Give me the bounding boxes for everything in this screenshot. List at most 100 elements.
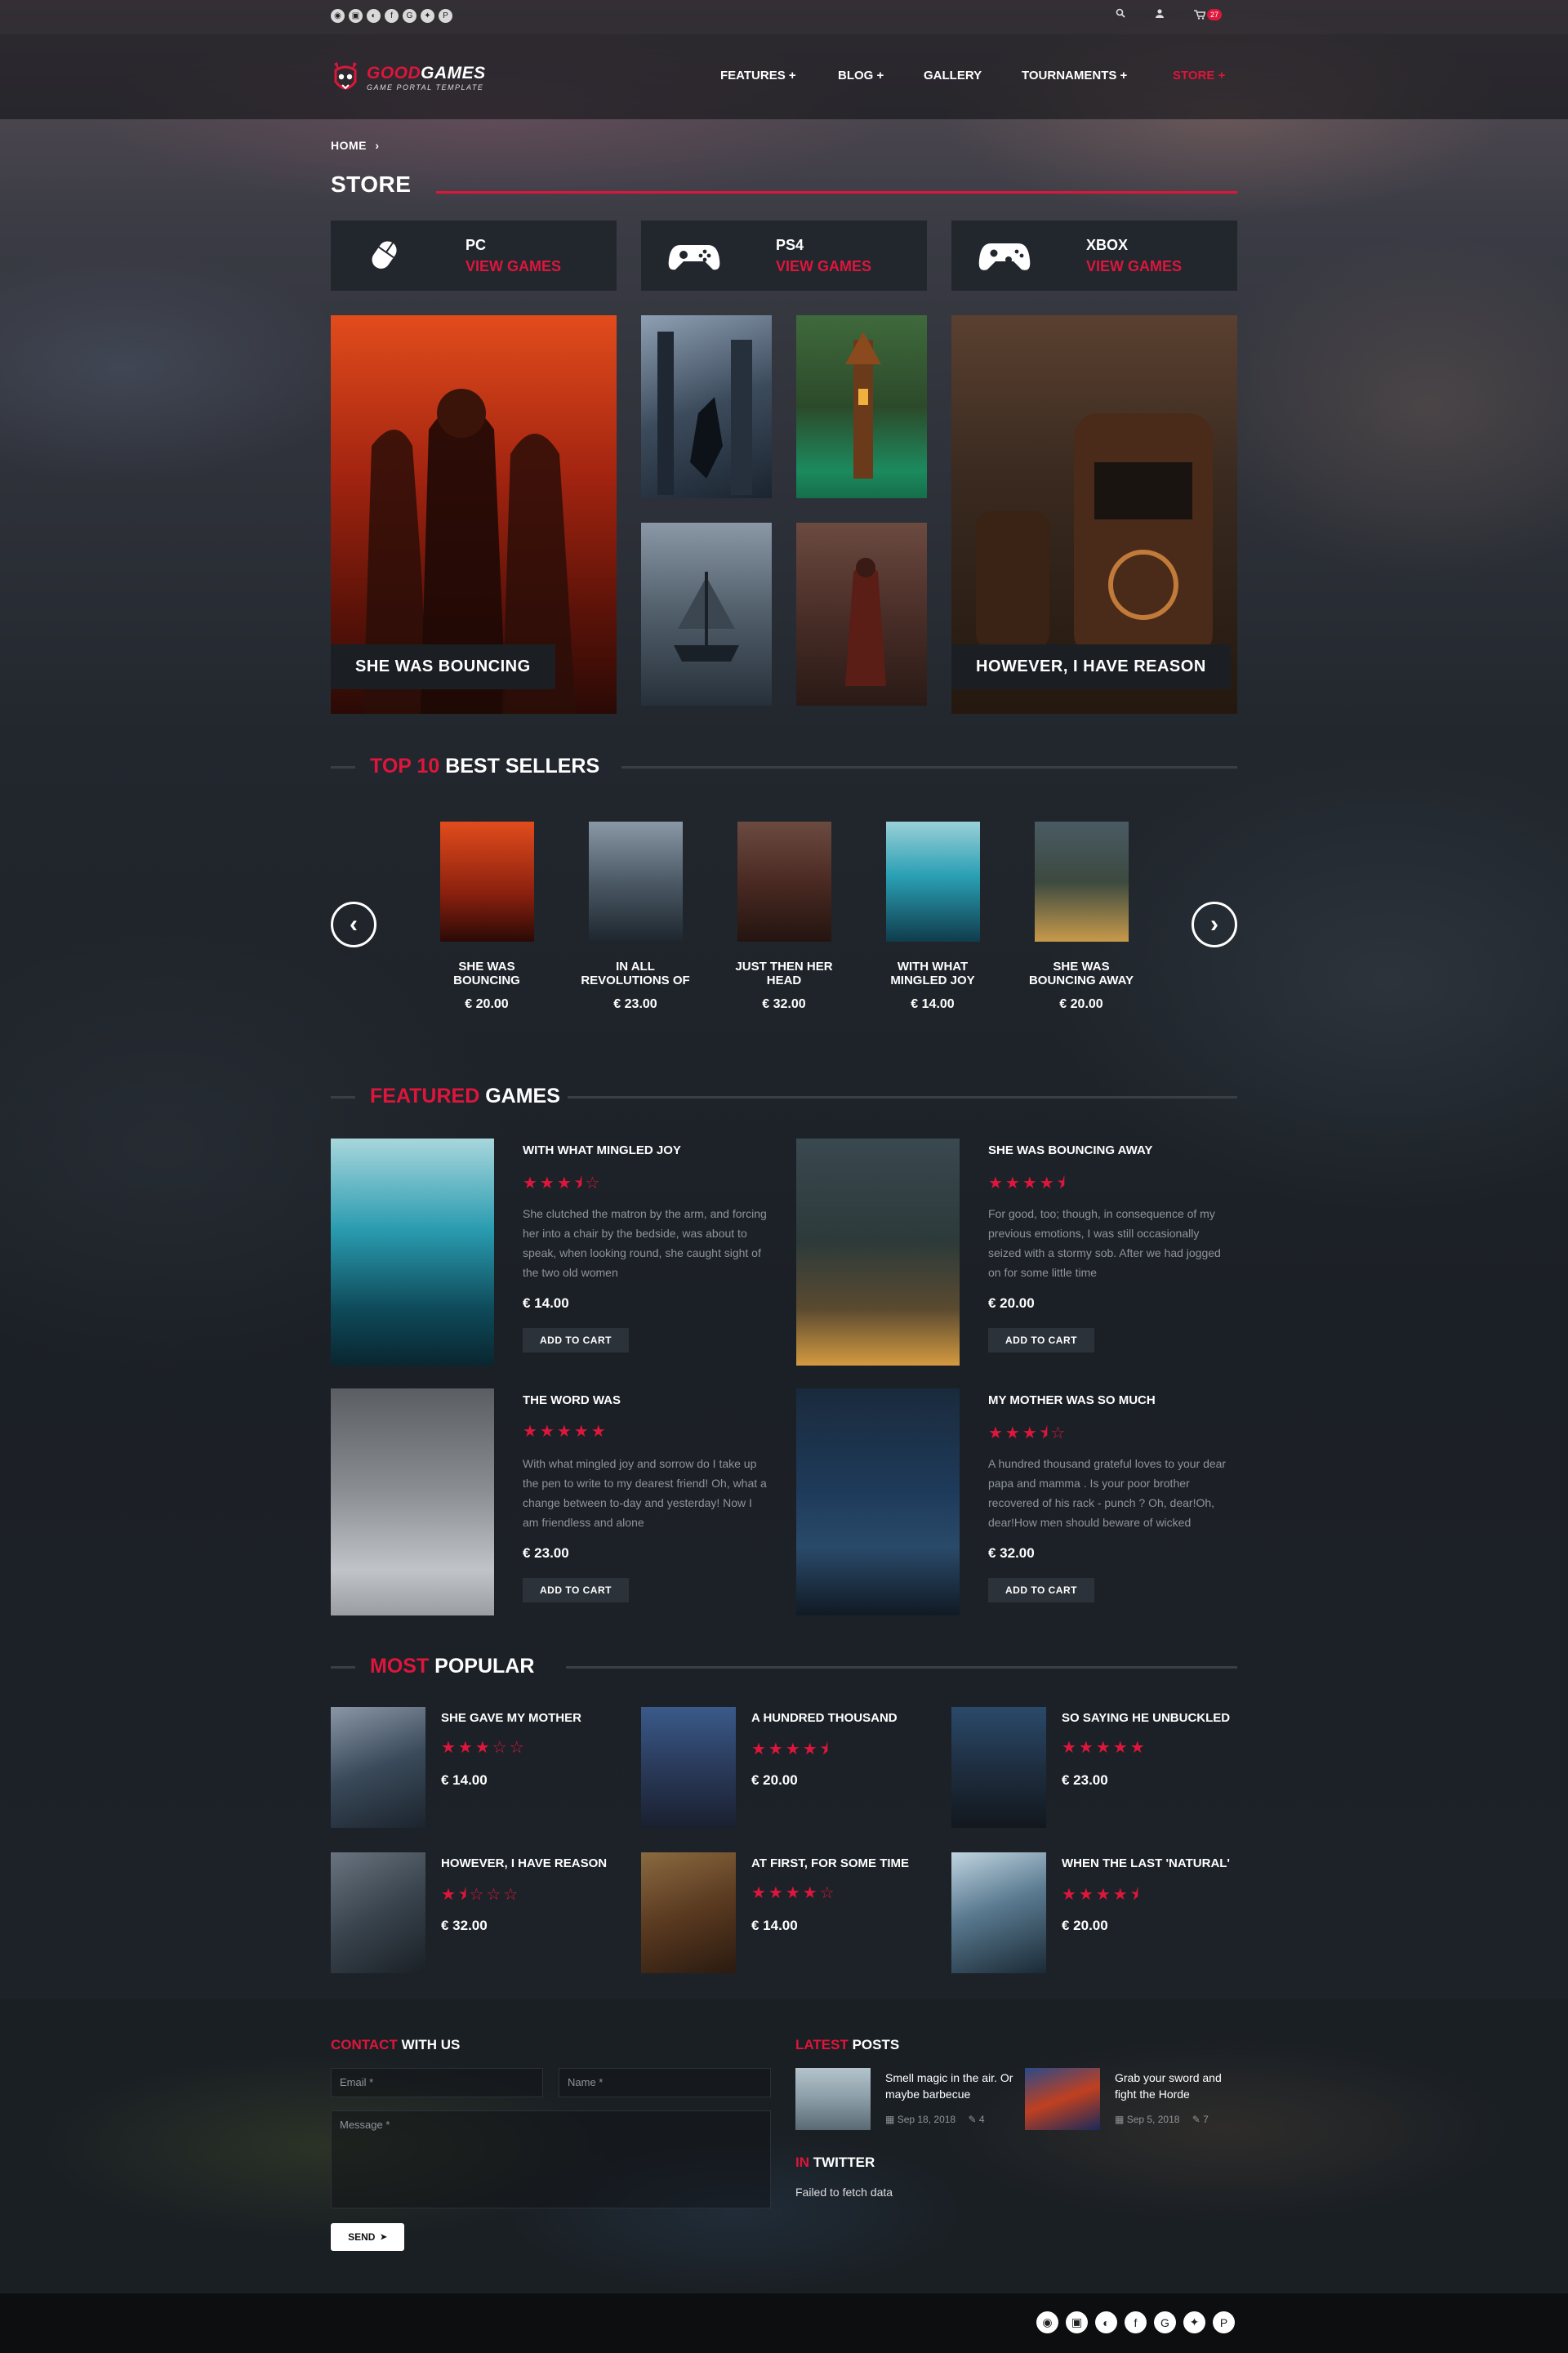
send-label: SEND — [348, 2231, 376, 2243]
game-cover — [885, 822, 980, 942]
best-seller-item[interactable]: JUST THEN HER HEAD € 32.00 — [723, 822, 845, 1012]
facebook-icon[interactable]: f — [385, 9, 399, 23]
cart-icon — [1194, 9, 1205, 20]
game-price: € 32.00 — [762, 997, 806, 1011]
mouse-icon — [355, 235, 412, 276]
game-title[interactable]: WITH WHAT MINGLED JOY — [523, 1143, 681, 1157]
facebook-icon[interactable]: f — [1125, 2311, 1147, 2333]
game-title: SHE WAS BOUNCING — [453, 960, 520, 987]
menu-gallery[interactable]: GALLERY — [924, 69, 982, 82]
google-plus-icon[interactable]: G — [1154, 2311, 1176, 2333]
carousel-next-button[interactable]: › — [1192, 902, 1237, 947]
calendar-icon: ▦ — [885, 2114, 895, 2125]
menu-tournaments[interactable]: TOURNAMENTS + — [1022, 69, 1127, 82]
game-title[interactable]: MY MOTHER WAS SO MUCH — [988, 1393, 1156, 1407]
hero-thumb-2[interactable] — [796, 315, 927, 498]
popular-game-item[interactable]: SO SAYING HE UNBUCKLED ★★★★★ € 23.00 — [951, 1707, 1237, 1829]
best-seller-item[interactable]: WITH WHAT MINGLED JOY € 14.00 — [871, 822, 994, 1012]
hero-thumb-4[interactable] — [796, 523, 927, 706]
game-cover[interactable] — [796, 1388, 960, 1615]
breadcrumb-home[interactable]: HOME — [331, 139, 367, 152]
view-games-link[interactable]: VIEW GAMES — [1086, 258, 1182, 275]
post-date: Sep 5, 2018 — [1126, 2114, 1180, 2125]
best-seller-item[interactable]: SHE WAS BOUNCING € 20.00 — [425, 822, 548, 1012]
hero-tile-left[interactable]: SHE WAS BOUNCING — [331, 315, 617, 714]
logo-text-good: GOOD — [367, 64, 421, 82]
user-icon[interactable] — [1155, 8, 1165, 20]
controller-icon — [976, 235, 1033, 276]
game-title: AT FIRST, FOR SOME TIME — [751, 1856, 910, 1870]
game-title: SHE GAVE MY MOTHER — [441, 1711, 581, 1725]
popular-game-item[interactable]: SHE GAVE MY MOTHER ★★★☆☆ € 14.00 — [331, 1707, 617, 1829]
top-bar: ◉ ▣ ◐ f G ✦ P 27 — [0, 0, 1568, 34]
platform-card-xbox[interactable]: XBOX VIEW GAMES — [951, 221, 1237, 291]
logo-text-games: GAMES — [421, 64, 486, 82]
game-cover[interactable] — [331, 1388, 494, 1615]
add-to-cart-button[interactable]: ADD TO CART — [988, 1328, 1094, 1353]
featured-game-card: THE WORD WAS ★★★★★ With what mingled joy… — [331, 1388, 772, 1617]
pinterest-icon[interactable]: P — [439, 9, 452, 23]
view-games-link[interactable]: VIEW GAMES — [466, 258, 561, 275]
game-price: € 20.00 — [465, 997, 509, 1011]
rating-stars: ★★★★★ — [523, 1423, 608, 1441]
search-icon[interactable] — [1116, 8, 1125, 20]
steam-icon[interactable]: ◐ — [367, 9, 381, 23]
rss-icon[interactable]: ◉ — [1036, 2311, 1058, 2333]
email-field[interactable]: Email * — [331, 2068, 543, 2097]
menu-features[interactable]: FEATURES + — [720, 69, 796, 82]
popular-game-item[interactable]: A HUNDRED THOUSAND ★★★★⯨ € 20.00 — [641, 1707, 927, 1829]
heading-accent: IN — [795, 2155, 809, 2170]
best-seller-item[interactable]: SHE WAS BOUNCING AWAY € 20.00 — [1020, 822, 1143, 1012]
cart-button[interactable]: 27 — [1194, 8, 1223, 20]
game-cover[interactable] — [796, 1139, 960, 1366]
add-to-cart-button[interactable]: ADD TO CART — [988, 1578, 1094, 1602]
twitter-icon[interactable]: ✦ — [1183, 2311, 1205, 2333]
game-price: € 14.00 — [751, 1918, 798, 1933]
rss-icon[interactable]: ◉ — [331, 9, 345, 23]
twitch-icon[interactable]: ▣ — [1066, 2311, 1088, 2333]
game-title: WHEN THE LAST 'NATURAL' — [1062, 1856, 1231, 1870]
comment-count: 4 — [978, 2114, 985, 2125]
hero-thumb-3[interactable] — [641, 523, 772, 706]
send-button[interactable]: SEND ➤ — [331, 2223, 404, 2251]
featured-heading: FEATURED GAMES — [331, 1085, 1237, 1109]
latest-post-item[interactable]: Smell magic in the air. Or maybe barbecu… — [795, 2068, 1016, 2133]
game-cover — [641, 1707, 736, 1828]
twitch-icon[interactable]: ▣ — [349, 9, 363, 23]
game-title: SHE WAS BOUNCING AWAY — [1028, 960, 1134, 987]
paper-plane-icon: ➤ — [380, 2232, 387, 2242]
add-to-cart-button[interactable]: ADD TO CART — [523, 1578, 629, 1602]
popular-game-item[interactable]: AT FIRST, FOR SOME TIME ★★★★☆ € 14.00 — [641, 1852, 927, 1975]
game-title[interactable]: SHE WAS BOUNCING AWAY — [988, 1143, 1152, 1157]
heading-text: POSTS — [852, 2037, 900, 2052]
game-title[interactable]: THE WORD WAS — [523, 1393, 621, 1407]
popular-game-item[interactable]: HOWEVER, I HAVE REASON ★⯨☆☆☆ € 32.00 — [331, 1852, 617, 1975]
top-actions: 27 — [1116, 8, 1223, 20]
latest-post-item[interactable]: Grab your sword and fight the Horde ▦ Se… — [1025, 2068, 1245, 2133]
post-meta: ▦ Sep 18, 2018 ✎ 4 — [885, 2114, 985, 2125]
steam-icon[interactable]: ◐ — [1095, 2311, 1117, 2333]
platform-card-ps4[interactable]: PS4 VIEW GAMES — [641, 221, 927, 291]
message-field[interactable]: Message * — [331, 2110, 771, 2208]
name-field[interactable]: Name * — [559, 2068, 771, 2097]
game-cover — [951, 1707, 1046, 1828]
platform-card-pc[interactable]: PC VIEW GAMES — [331, 221, 617, 291]
game-description: For good, too; though, in consequence of… — [988, 1207, 1221, 1279]
twitter-icon[interactable]: ✦ — [421, 9, 434, 23]
rating-stars: ★⯨☆☆☆ — [441, 1886, 521, 1904]
hero-tile-right[interactable]: HOWEVER, I HAVE REASON — [951, 315, 1237, 714]
game-cover[interactable] — [331, 1139, 494, 1366]
comments-icon: ✎ — [968, 2114, 977, 2125]
site-logo[interactable]: GOODGAMES GAME PORTAL TEMPLATE — [331, 59, 486, 96]
pinterest-icon[interactable]: P — [1213, 2311, 1235, 2333]
hero-thumb-1[interactable] — [641, 315, 772, 498]
popular-game-item[interactable]: WHEN THE LAST 'NATURAL' ★★★★⯨ € 20.00 — [951, 1852, 1237, 1975]
add-to-cart-button[interactable]: ADD TO CART — [523, 1328, 629, 1353]
post-thumbnail — [1025, 2068, 1100, 2130]
view-games-link[interactable]: VIEW GAMES — [776, 258, 871, 275]
carousel-prev-button[interactable]: ‹ — [331, 902, 376, 947]
menu-store[interactable]: STORE + — [1173, 69, 1225, 82]
best-seller-item[interactable]: IN ALL REVOLUTIONS OF € 23.00 — [574, 822, 697, 1012]
menu-blog[interactable]: BLOG + — [838, 69, 884, 82]
google-plus-icon[interactable]: G — [403, 9, 416, 23]
